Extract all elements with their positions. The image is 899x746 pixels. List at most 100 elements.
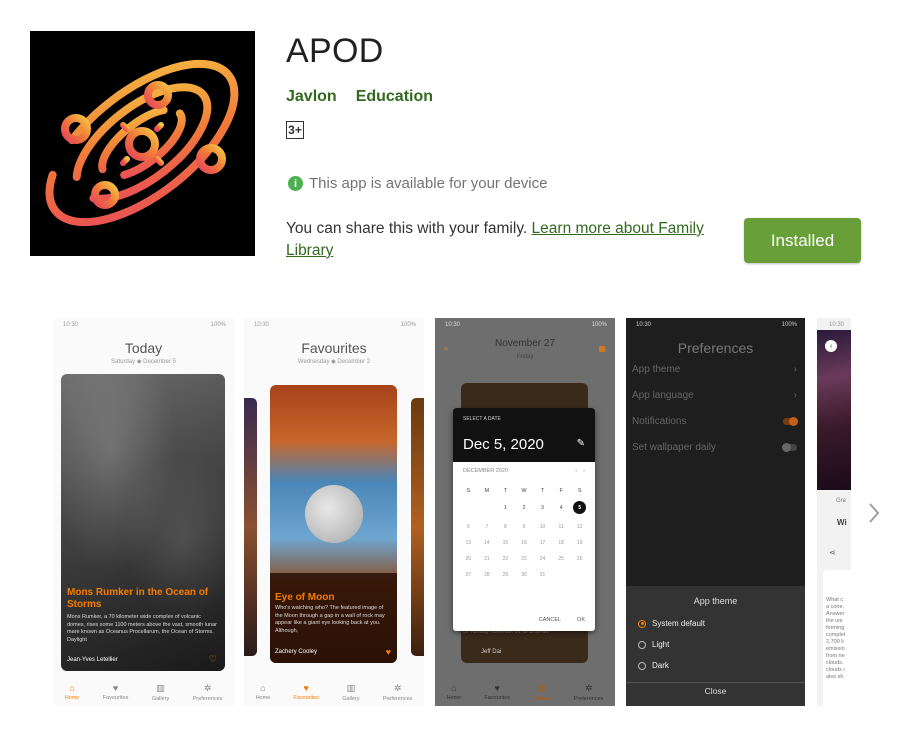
share-icon[interactable]: ⋖ — [829, 548, 836, 557]
screenshot-favourites[interactable]: 10:30 100% Favourites Wednesday ◆ Decembe… — [244, 318, 424, 706]
credit-text: Gre — [836, 498, 847, 504]
next-month-icon[interactable]: › — [583, 468, 585, 474]
calendar-day[interactable]: 15 — [496, 540, 515, 546]
weekday-label: T — [503, 488, 508, 494]
calendar-day[interactable]: 26 — [570, 556, 589, 562]
content-rating-badge: 3+ — [286, 121, 304, 139]
nav-home[interactable]: ⌂ Home — [65, 683, 80, 701]
weekday-label: F — [559, 488, 563, 494]
nav-favourites[interactable]: ♥ Favourites — [293, 683, 319, 701]
calendar-day[interactable]: 1 — [496, 505, 515, 514]
theme-bottom-sheet[interactable]: App theme System default Light Dark Clos… — [626, 586, 805, 706]
calendar-day[interactable]: 12 — [570, 524, 589, 530]
theme-option-dark[interactable]: Dark — [638, 661, 669, 670]
description-line: forming — [826, 625, 845, 631]
calendar-day[interactable]: 9 — [515, 524, 534, 530]
nav-gallery[interactable]: ▥ Gallery — [342, 683, 359, 702]
credit-text: Jean-Yves Letellier — [67, 656, 118, 663]
calendar-day[interactable]: 31 — [533, 572, 552, 578]
calendar-day[interactable]: 20 — [459, 556, 478, 562]
description-line: also sh — [826, 674, 844, 680]
heart-icon[interactable]: ♡ — [209, 654, 217, 665]
pref-item-set-wallpaper[interactable]: Set wallpaper daily — [632, 442, 797, 453]
card-text: Mons Rumker, a 70 kilometer wide complex… — [67, 614, 217, 643]
calendar-day[interactable]: 30 — [515, 572, 534, 578]
description-line: a cone. — [826, 604, 845, 610]
screenshot-date-picker[interactable]: 10:30 100% « ▦ November 27 Friday on Tues… — [435, 318, 615, 706]
screen-title: Favourites — [301, 340, 367, 356]
calendar-day[interactable]: 29 — [496, 572, 515, 578]
calendar-day[interactable]: 19 — [570, 540, 589, 546]
app-title: APOD — [286, 32, 384, 70]
prev-month-icon[interactable]: ‹ — [575, 468, 577, 474]
nav-home[interactable]: ⌂ Home — [256, 683, 271, 701]
theme-option-light[interactable]: Light — [638, 640, 669, 649]
screenshot-today[interactable]: 10:30 100% Today Saturday ◆ December 5 Mo… — [53, 318, 234, 706]
nav-favourites[interactable]: ♥ Favourites — [484, 683, 510, 701]
bottom-nav: ⌂ Home ♥ Favourites ▥ Gallery ✲ Preferences — [435, 678, 615, 706]
calendar-day[interactable]: 28 — [478, 572, 497, 578]
calendar-day[interactable]: 4 — [552, 505, 571, 514]
calendar-day[interactable]: 5 — [573, 501, 587, 514]
calendar-day[interactable]: 23 — [515, 556, 534, 562]
nav-favourites[interactable]: ♥ Favourites — [103, 683, 129, 701]
developer-link[interactable]: Javlon — [286, 88, 337, 106]
calendar-day[interactable]: 13 — [459, 540, 478, 546]
cancel-button[interactable]: CANCEL — [539, 617, 561, 623]
screenshot-detail-partial[interactable]: 10:30 ‹ Gre Wi ⋖ What ca cone. Answer the … — [817, 318, 851, 706]
heart-icon: ♥ — [303, 683, 309, 693]
radio-icon — [638, 661, 646, 670]
edit-pencil-icon[interactable]: ✎ — [577, 438, 585, 449]
calendar-day[interactable]: 8 — [496, 524, 515, 530]
close-button[interactable]: Close — [626, 686, 805, 696]
calendar-day[interactable]: 21 — [478, 556, 497, 562]
pref-item-app-theme[interactable]: App theme › — [632, 364, 797, 375]
calendar-day[interactable]: 7 — [478, 524, 497, 530]
nav-gallery[interactable]: ▥ Gallery — [152, 683, 169, 702]
calendar-day[interactable]: 16 — [515, 540, 534, 546]
calendar-day[interactable]: 10 — [533, 524, 552, 530]
nav-home[interactable]: ⌂ Home — [447, 683, 462, 701]
nav-preferences[interactable]: ✲ Preferences — [383, 683, 413, 702]
pref-item-notifications[interactable]: Notifications — [632, 416, 798, 427]
screenshot-carousel[interactable]: 10:30 100% Today Saturday ◆ December 5 Mo… — [53, 318, 851, 706]
calendar-day[interactable]: 24 — [533, 556, 552, 562]
credit-text: Zachery Cooley — [275, 649, 318, 655]
radio-icon — [638, 640, 646, 649]
description-line: the uni — [826, 618, 843, 624]
nav-gallery[interactable]: ▥ Gallery — [533, 683, 550, 702]
installed-button[interactable]: Installed — [744, 218, 861, 263]
selected-date: Dec 5, 2020 — [463, 436, 544, 453]
date-picker-dialog[interactable]: SELECT A DATE Dec 5, 2020 ✎ DECEMBER 202… — [453, 408, 595, 631]
apod-card[interactable]: Eye of Moon Who's watching who? The feat… — [270, 385, 397, 663]
nav-preferences[interactable]: ✲ Preferences — [193, 683, 223, 702]
month-selector[interactable]: DECEMBER 2020 — [463, 468, 508, 474]
pref-item-app-language[interactable]: App language › — [632, 390, 797, 401]
calendar-day[interactable]: 2 — [515, 505, 534, 514]
heart-icon[interactable]: ♥ — [386, 647, 391, 657]
calendar-day[interactable]: 6 — [459, 524, 478, 530]
calendar-day[interactable]: 25 — [552, 556, 571, 562]
screenshot-preferences[interactable]: 10:30 100% Preferences App theme › App lan… — [626, 318, 805, 706]
calendar-empty — [570, 572, 589, 578]
carousel-next-button[interactable] — [862, 498, 886, 528]
calendar-day[interactable]: 22 — [496, 556, 515, 562]
back-button-icon[interactable]: ‹ — [825, 340, 837, 352]
category-link[interactable]: Education — [356, 88, 433, 106]
wallpaper-toggle[interactable] — [782, 443, 797, 452]
calendar-day[interactable]: 17 — [533, 540, 552, 546]
family-library-notice: You can share this with your family. Lea… — [286, 218, 706, 262]
theme-option-system-default[interactable]: System default — [638, 619, 705, 628]
ok-button[interactable]: OK — [577, 617, 585, 623]
calendar-day[interactable]: 27 — [459, 572, 478, 578]
calendar-day[interactable]: 14 — [478, 540, 497, 546]
family-text: You can share this with your family. — [286, 220, 532, 237]
screen-date: Saturday ◆ December 5 — [111, 359, 176, 365]
chevron-right-icon — [869, 503, 880, 523]
apod-card[interactable]: Mons Rumker in the Ocean of Storms Mons … — [61, 374, 225, 671]
calendar-day[interactable]: 11 — [552, 524, 571, 530]
notifications-toggle[interactable] — [783, 417, 798, 426]
calendar-day[interactable]: 18 — [552, 540, 571, 546]
calendar-day[interactable]: 3 — [533, 505, 552, 514]
nav-preferences[interactable]: ✲ Preferences — [574, 683, 604, 702]
